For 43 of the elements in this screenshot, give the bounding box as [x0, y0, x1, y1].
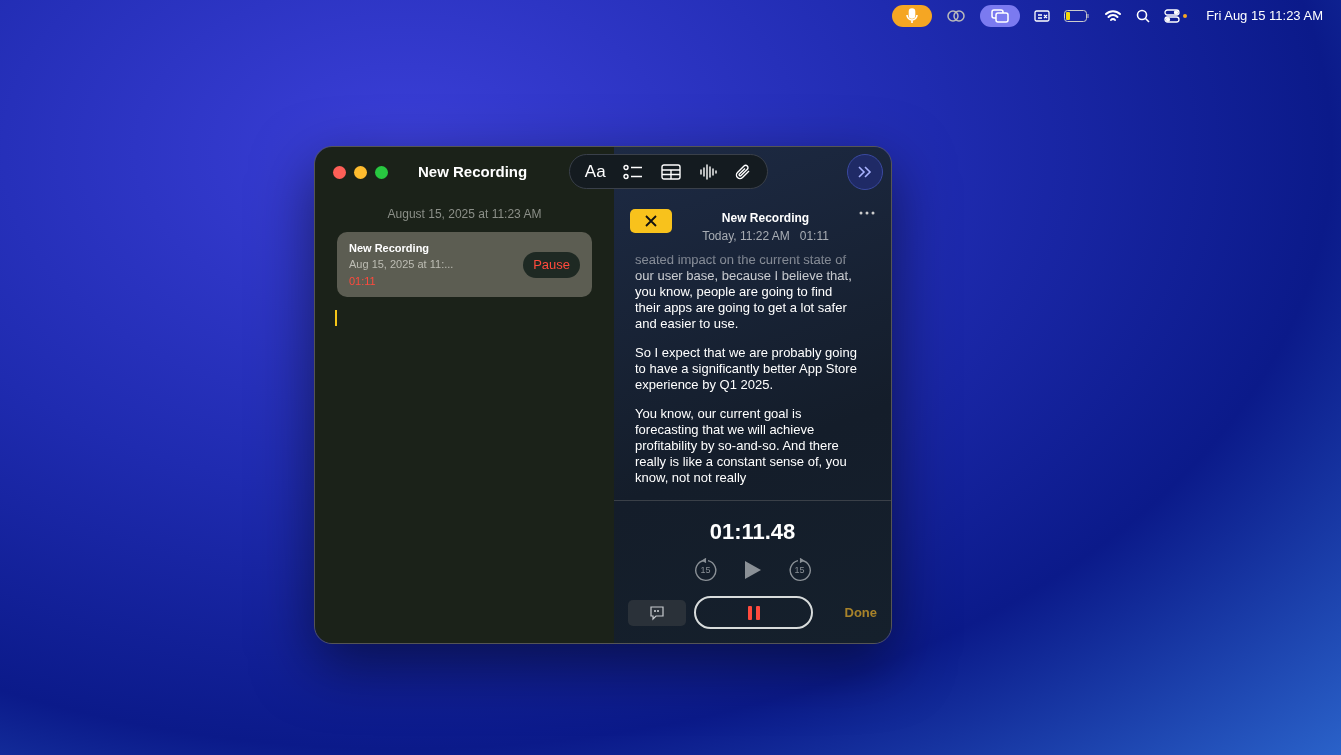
more-icon[interactable] [859, 209, 875, 215]
transcript-paragraph: seated impact on the current state of our user base, because I believe that, you know, people are going to find their apps are going to get a lot safer and easier to use. [635, 255, 853, 332]
note-date-header: August 15, 2025 at 11:23 AM [386, 206, 543, 223]
done-button[interactable]: Done [844, 602, 877, 623]
menu-bar-clock[interactable]: Fri Aug 15 11:23 AM [1206, 6, 1323, 26]
checklist-icon[interactable] [623, 163, 644, 180]
zoom-button[interactable] [375, 165, 388, 179]
transcript-button[interactable] [628, 599, 686, 626]
pause-button[interactable]: Pause [523, 251, 580, 278]
skip-back-button[interactable]: 15 [693, 558, 718, 582]
screen-mirroring-icon[interactable] [980, 5, 1021, 27]
panel-title: New Recording [721, 210, 810, 227]
microphone-indicator[interactable] [892, 5, 933, 27]
cloud-rings-icon[interactable] [946, 9, 967, 23]
quote-bubble-icon [649, 604, 665, 621]
window-title: New Recording [418, 161, 528, 182]
transcript-paragraph: You know, our current goal is forecasting that we will achieve profitability by so-and-so. And there really is like a constant sense of, you know, not not really [635, 406, 848, 486]
window-icon[interactable] [1034, 10, 1051, 22]
text-cursor [335, 310, 337, 326]
minimize-button[interactable] [354, 165, 367, 179]
record-toggle-button[interactable] [694, 596, 813, 629]
recording-date: Aug 15, 2025 at 11:... [349, 257, 455, 273]
recording-card[interactable]: New Recording Aug 15, 2025 at 11:... 01:11 Pause [337, 232, 592, 297]
close-button[interactable] [333, 165, 346, 179]
search-icon[interactable] [1136, 9, 1151, 23]
play-icon[interactable] [743, 560, 762, 580]
close-icon [645, 215, 657, 227]
table-icon[interactable] [660, 163, 681, 180]
chevrons-icon [857, 165, 873, 179]
wifi-icon[interactable] [1104, 9, 1123, 23]
recording-title: New Recording [349, 240, 431, 256]
recording-duration: 01:11 [349, 273, 377, 289]
close-panel-button[interactable] [630, 209, 672, 233]
format-button[interactable]: Aa [584, 158, 606, 185]
circle-chevrons-button[interactable] [847, 154, 883, 190]
skip-forward-button[interactable]: 15 [787, 558, 812, 582]
transcript-paragraph: So I expect that we are probably going to have a significantly better App Store experience by Q1 2025. [635, 345, 858, 393]
battery-icon[interactable] [1064, 10, 1091, 22]
elapsed-timer: 01:11.48 [709, 518, 796, 546]
waveform-icon[interactable] [698, 162, 717, 181]
pause-icon [746, 605, 761, 620]
control-center-icon[interactable] [1164, 9, 1189, 23]
recording-meta: Today, 11:22 AM 01:11 [702, 228, 829, 245]
